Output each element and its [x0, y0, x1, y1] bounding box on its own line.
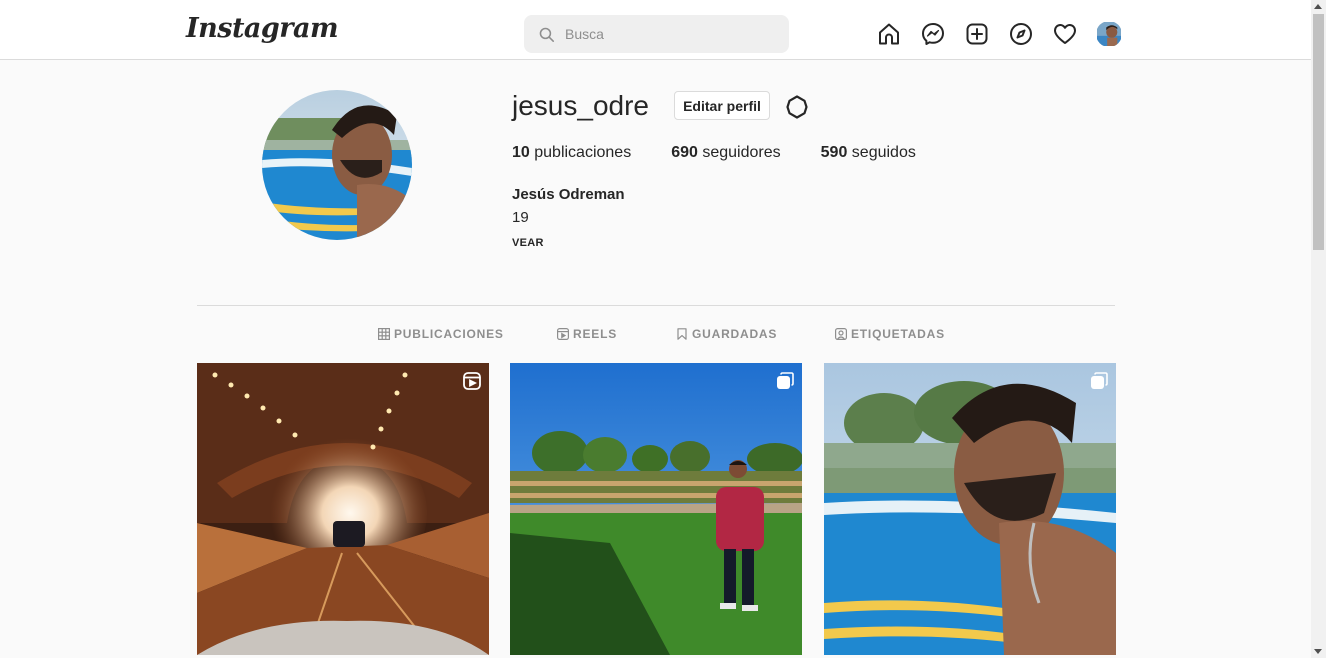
avatar-photo: [1097, 22, 1121, 46]
profile-username: jesus_odre: [512, 90, 649, 121]
followers-stat[interactable]: 690 seguidores: [671, 144, 780, 162]
scroll-thumb[interactable]: [1313, 14, 1324, 250]
bookmark-icon: [677, 328, 687, 340]
home-button[interactable]: [876, 21, 902, 47]
tab-label: ETIQUETADAS: [851, 327, 945, 341]
new-post-icon: [966, 23, 988, 45]
tab-reels[interactable]: REELS: [557, 327, 617, 341]
profile-bio-line-2: VEAR: [512, 237, 544, 249]
post-photo-tunnel: [197, 363, 489, 655]
explore-icon: [1010, 23, 1032, 45]
edit-profile-button[interactable]: Editar perfil: [674, 91, 770, 120]
scroll-down-arrow[interactable]: [1314, 649, 1322, 654]
tab-label: REELS: [573, 327, 618, 341]
top-navbar: Instagram: [0, 0, 1311, 60]
profile-picture[interactable]: [262, 90, 412, 240]
posts-stat: 10 publicaciones: [512, 144, 631, 162]
posts-count: 10: [512, 144, 530, 161]
scroll-up-arrow[interactable]: [1314, 4, 1322, 9]
post-photo-vineyard: [510, 363, 802, 655]
profile-stats: 10 publicaciones 690 seguidores 590 segu…: [512, 144, 956, 162]
post-tunnel[interactable]: [197, 363, 489, 655]
followers-count: 690: [671, 144, 698, 161]
tab-guardadas[interactable]: GUARDADAS: [676, 327, 777, 341]
instagram-logo[interactable]: Instagram: [186, 13, 339, 44]
gear-icon: [786, 95, 808, 119]
explore-button[interactable]: [1008, 21, 1034, 47]
profile-bio: 19: [512, 209, 529, 226]
grid-icon: [378, 328, 390, 340]
following-stat[interactable]: 590 seguidos: [821, 144, 916, 162]
post-photo-pool: [824, 363, 1116, 655]
followers-label: seguidores: [702, 144, 781, 161]
following-count: 590: [820, 144, 848, 161]
search-icon: [539, 27, 555, 42]
home-icon: [879, 23, 899, 45]
tab-label: PUBLICACIONES: [394, 327, 504, 341]
following-label: seguidos: [851, 144, 916, 161]
profile-avatar[interactable]: [1096, 21, 1122, 47]
carousel-icon: [777, 372, 794, 389]
activity-heart-icon: [1054, 24, 1076, 44]
tab-publicaciones[interactable]: PUBLICACIONES: [378, 327, 504, 341]
new-post-button[interactable]: [964, 21, 990, 47]
carousel-icon: [1091, 372, 1108, 389]
tabs-divider: [197, 305, 1115, 306]
tagged-icon: [835, 328, 847, 340]
page-scrollbar[interactable]: [1311, 0, 1326, 658]
messenger-button[interactable]: [920, 21, 946, 47]
search-input[interactable]: [565, 26, 765, 42]
messenger-icon: [922, 23, 944, 45]
settings-button[interactable]: [784, 94, 810, 120]
post-pool[interactable]: [824, 363, 1116, 655]
post-vineyard[interactable]: [510, 363, 802, 655]
tab-etiquetadas[interactable]: ETIQUETADAS: [835, 327, 945, 341]
profile-photo: [262, 90, 412, 240]
profile-full-name: Jesús Odreman: [512, 186, 625, 203]
search-box[interactable]: [524, 15, 789, 53]
activity-button[interactable]: [1052, 21, 1078, 47]
tab-label: GUARDADAS: [692, 327, 778, 341]
posts-label: publicaciones: [534, 144, 632, 161]
reels-icon: [557, 328, 569, 340]
reel-icon: [463, 372, 481, 390]
